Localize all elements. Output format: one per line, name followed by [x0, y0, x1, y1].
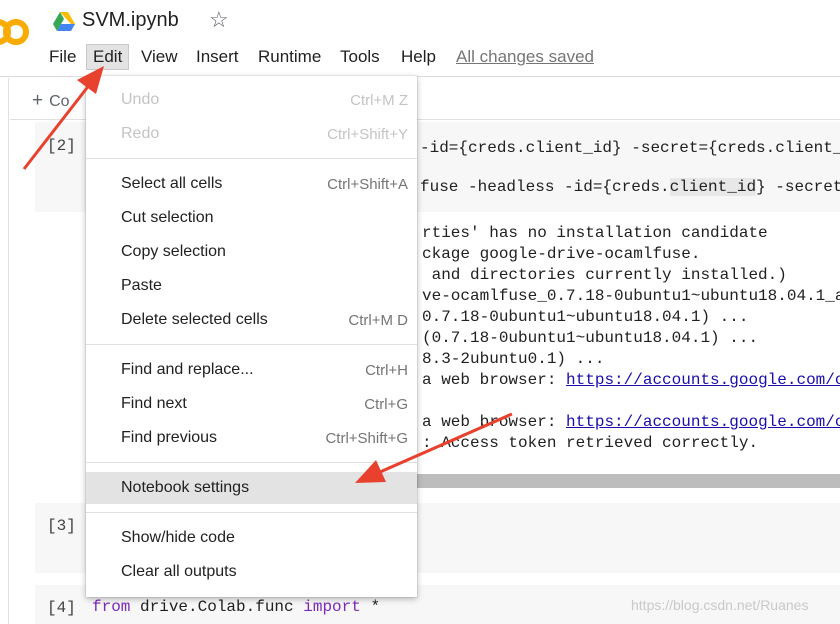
menu-item-copy-selection[interactable]: Copy selection [86, 236, 417, 268]
cell-prompt[interactable]: [2] [47, 137, 76, 155]
output-line: : Access token retrieved correctly. [422, 434, 759, 452]
menu-divider [86, 462, 417, 463]
menu-runtime[interactable]: Runtime [258, 44, 321, 70]
menu-item-label: Redo [121, 125, 160, 142]
menu-item-show-hide-code[interactable]: Show/hide code [86, 522, 417, 554]
menu-item-label: Show/hide code [121, 529, 235, 546]
save-status-link[interactable]: All changes saved [456, 44, 594, 70]
plus-icon: + [32, 90, 44, 111]
code-line[interactable]: from drive.Colab.func import * [92, 598, 380, 616]
menu-item-shortcut: Ctrl+M D [348, 312, 408, 329]
code-text: drive.Colab.func [130, 598, 304, 616]
menu-edit[interactable]: Edit [86, 44, 130, 70]
output-line: 0.7.18-0ubuntu1~ubuntu18.04.1) ... [422, 308, 749, 326]
output-line: rties' has no installation candidate [422, 224, 768, 242]
menu-item-shortcut: Ctrl+G [364, 396, 408, 413]
menu-item-notebook-settings[interactable]: Notebook settings [86, 472, 417, 504]
code-text: fuse -headless -id={creds. [420, 178, 670, 196]
watermark-text: https://blog.csdn.net/Ruanes [631, 597, 809, 613]
menu-item-shortcut: Ctrl+Shift+G [325, 430, 408, 447]
output-text: a web browser: [422, 413, 567, 431]
menu-item-clear-all-outputs[interactable]: Clear all outputs [86, 556, 417, 588]
menu-help[interactable]: Help [401, 44, 436, 70]
output-line: ve-ocamlfuse_0.7.18-0ubuntu1~ubuntu18.04… [422, 287, 840, 305]
menu-item-label: Select all cells [121, 175, 223, 192]
menu-item-label: Paste [121, 277, 162, 294]
menu-item-label: Notebook settings [121, 479, 250, 496]
menu-item-label: Find previous [121, 429, 218, 446]
menu-item-label: Copy selection [121, 243, 226, 260]
menu-view[interactable]: View [141, 44, 178, 70]
output-line: and directories currently installed.) [422, 266, 787, 284]
menu-item-undo[interactable]: Undo Ctrl+M Z [86, 84, 417, 116]
google-drive-icon [53, 12, 75, 31]
menu-item-shortcut: Ctrl+H [365, 362, 408, 379]
menu-item-shortcut: Ctrl+Shift+A [327, 176, 408, 193]
output-line: a web browser: https://accounts.google.c… [422, 413, 840, 431]
menu-divider [86, 512, 417, 513]
code-line[interactable]: fuse -headless -id={creds.client_id} -se… [420, 178, 840, 196]
code-text: * [360, 598, 381, 616]
menu-item-label: Find and replace... [121, 361, 254, 378]
menu-divider [86, 158, 417, 159]
auth-link[interactable]: https://accounts.google.com/o [566, 413, 840, 431]
code-text: } -secret [756, 178, 840, 196]
output-text: a web browser: [422, 371, 567, 389]
menu-item-label: Cut selection [121, 209, 214, 226]
output-line: ckage google-drive-ocamlfuse. [422, 245, 701, 263]
code-highlight: client_id [669, 178, 757, 196]
menu-item-find-and-replace[interactable]: Find and replace... Ctrl+H [86, 354, 417, 386]
output-line: a web browser: https://accounts.google.c… [422, 371, 840, 389]
output-horizontal-scrollbar[interactable] [416, 474, 840, 488]
notebook-left-border [8, 78, 9, 624]
menu-item-find-next[interactable]: Find next Ctrl+G [86, 388, 417, 420]
code-line[interactable]: -id={creds.client_id} -secret={creds.cli… [420, 139, 840, 157]
menu-item-cut-selection[interactable]: Cut selection [86, 202, 417, 234]
menu-item-redo[interactable]: Redo Ctrl+Shift+Y [86, 118, 417, 150]
menubar: File Edit View Insert Runtime Tools Help… [0, 44, 840, 70]
code-keyword: from [92, 598, 131, 616]
menu-file[interactable]: File [49, 44, 76, 70]
menu-item-delete-selected-cells[interactable]: Delete selected cells Ctrl+M D [86, 304, 417, 336]
menu-item-shortcut: Ctrl+Shift+Y [327, 126, 408, 143]
menu-item-label: Clear all outputs [121, 563, 237, 580]
output-line: (0.7.18-0ubuntu1~ubuntu18.04.1) ... [422, 329, 759, 347]
menu-item-find-previous[interactable]: Find previous Ctrl+Shift+G [86, 422, 417, 454]
notebook-title[interactable]: SVM.ipynb [82, 9, 179, 32]
cell-prompt[interactable]: [4] [47, 599, 76, 617]
edit-menu-dropdown: Undo Ctrl+M Z Redo Ctrl+Shift+Y Select a… [86, 76, 417, 597]
add-code-label: Co [49, 93, 70, 110]
menu-item-shortcut: Ctrl+M Z [350, 92, 408, 109]
auth-link[interactable]: https://accounts.google.com/o [566, 371, 840, 389]
menu-item-label: Undo [121, 91, 160, 108]
menu-divider [86, 344, 417, 345]
cell-prompt[interactable]: [3] [47, 517, 76, 535]
menu-item-label: Delete selected cells [121, 311, 268, 328]
menu-item-paste[interactable]: Paste [86, 270, 417, 302]
menu-insert[interactable]: Insert [196, 44, 239, 70]
menu-item-label: Find next [121, 395, 187, 412]
add-code-button[interactable]: + Co [32, 90, 70, 112]
menu-item-select-all-cells[interactable]: Select all cells Ctrl+Shift+A [86, 168, 417, 200]
code-keyword: import [303, 598, 361, 616]
output-line: 8.3-2ubuntu0.1) ... [422, 350, 605, 368]
menu-tools[interactable]: Tools [340, 44, 380, 70]
star-icon[interactable]: ☆ [209, 9, 229, 31]
